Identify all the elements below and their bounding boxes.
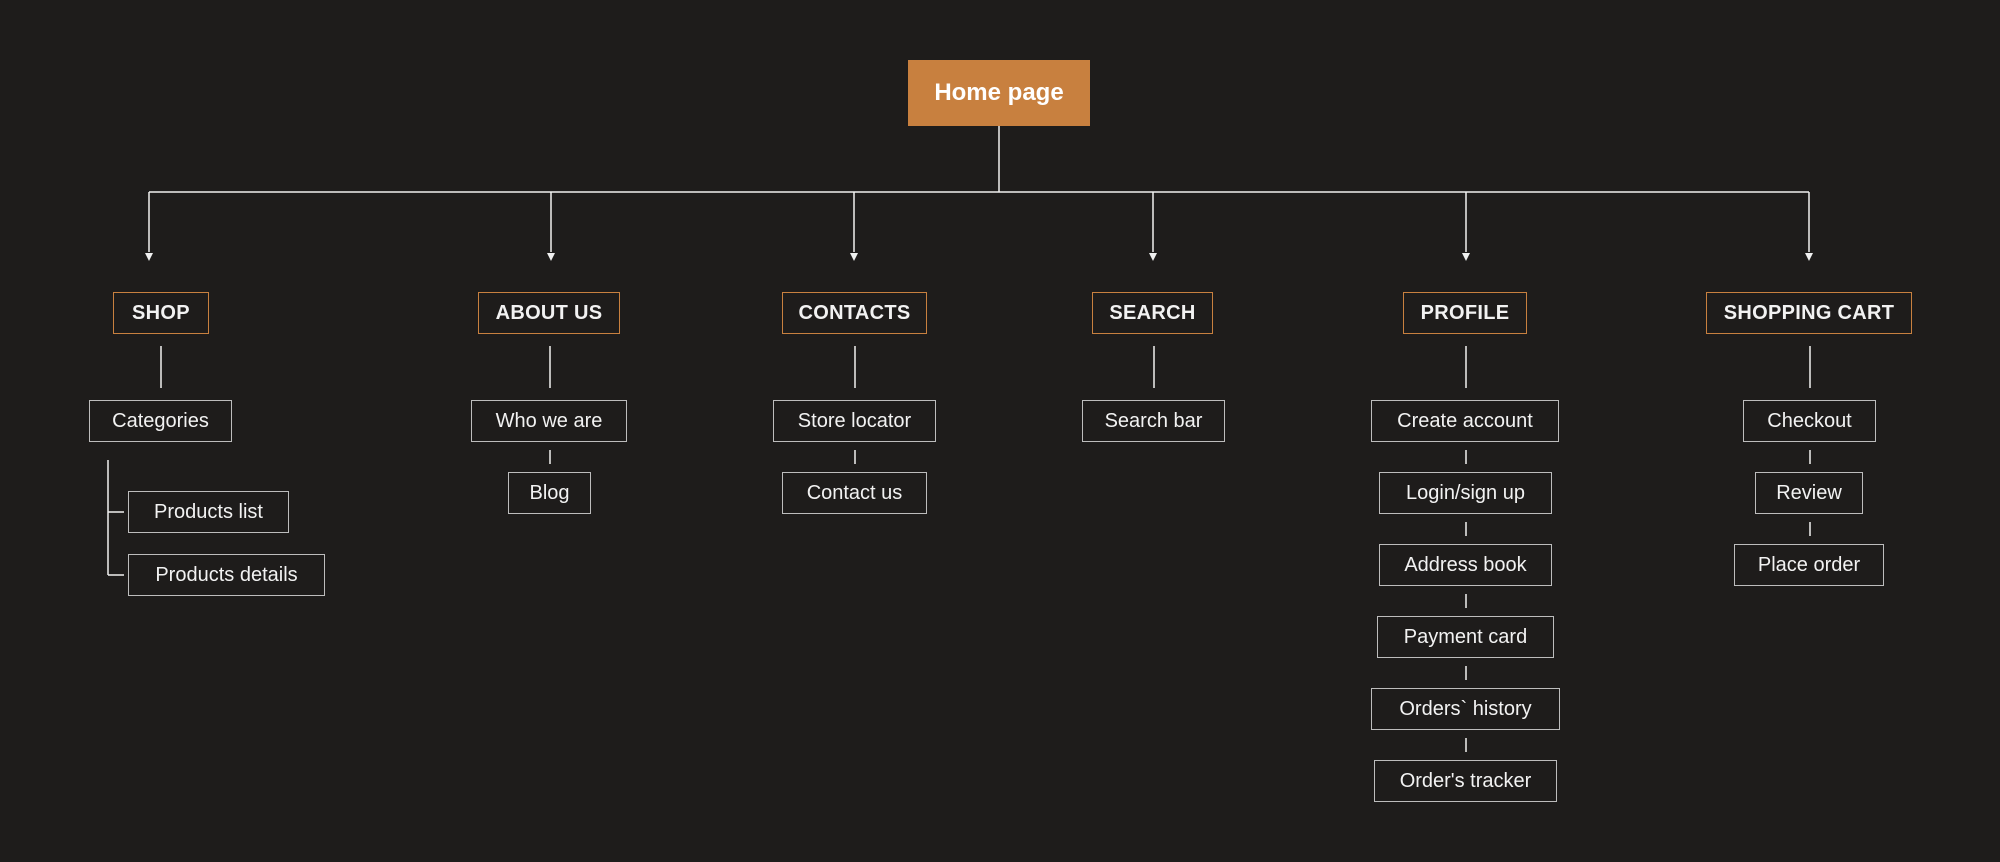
- node-products-list: Products list: [128, 491, 289, 533]
- connector-lines: [107, 126, 1813, 752]
- node-blog: Blog: [508, 472, 591, 514]
- node-login-sign-up: Login/sign up: [1379, 472, 1552, 514]
- sitemap-diagram: Home page SHOP ABOUT US CONTACTS SEARCH …: [0, 0, 2000, 862]
- section-about-us: ABOUT US: [478, 292, 620, 334]
- node-address-book: Address book: [1379, 544, 1552, 586]
- node-home-page: Home page: [908, 60, 1090, 126]
- drop-arrow-5: [1805, 253, 1813, 261]
- node-create-account: Create account: [1371, 400, 1559, 442]
- drop-arrow-2: [850, 253, 858, 261]
- section-shop: SHOP: [113, 292, 209, 334]
- node-store-locator: Store locator: [773, 400, 936, 442]
- section-profile: PROFILE: [1403, 292, 1527, 334]
- node-orders-tracker: Order's tracker: [1374, 760, 1557, 802]
- section-search: SEARCH: [1092, 292, 1213, 334]
- node-payment-card: Payment card: [1377, 616, 1554, 658]
- node-products-details: Products details: [128, 554, 325, 596]
- node-who-we-are: Who we are: [471, 400, 627, 442]
- node-search-bar: Search bar: [1082, 400, 1225, 442]
- drop-arrow-1: [547, 253, 555, 261]
- node-contact-us: Contact us: [782, 472, 927, 514]
- section-contacts: CONTACTS: [782, 292, 927, 334]
- node-checkout: Checkout: [1743, 400, 1876, 442]
- drop-arrow-0: [145, 253, 153, 261]
- node-categories: Categories: [89, 400, 232, 442]
- node-review: Review: [1755, 472, 1863, 514]
- section-shopping-cart: SHOPPING CART: [1706, 292, 1912, 334]
- node-orders-history: Orders` history: [1371, 688, 1560, 730]
- drop-arrow-4: [1462, 253, 1470, 261]
- drop-arrow-3: [1149, 253, 1157, 261]
- node-place-order: Place order: [1734, 544, 1884, 586]
